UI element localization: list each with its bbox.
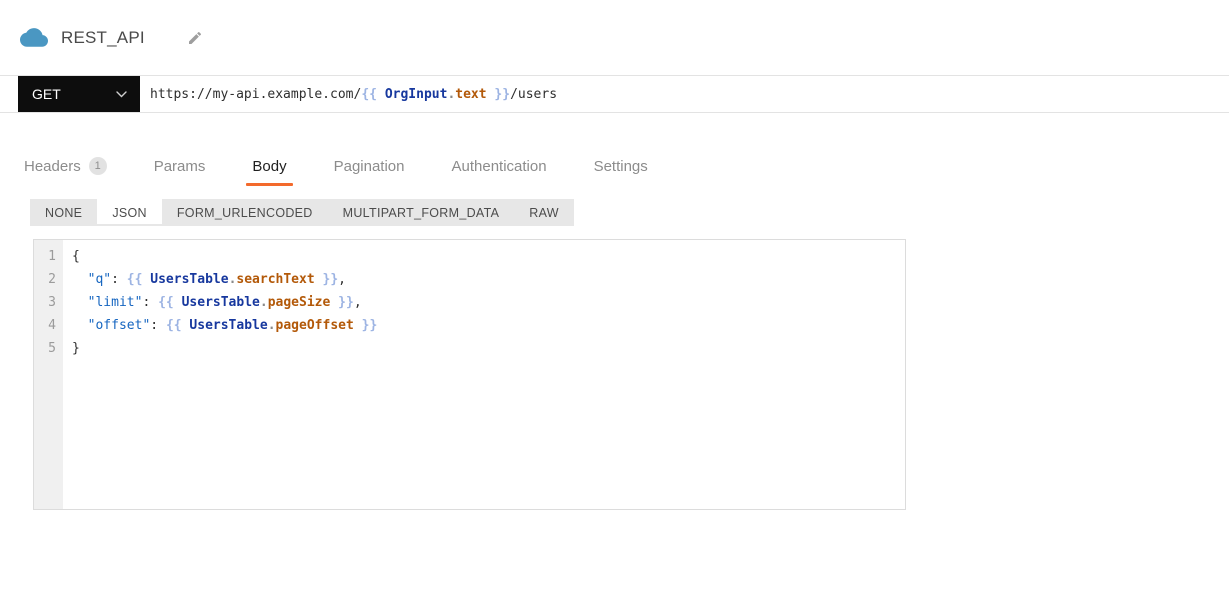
code-token-brace: }} bbox=[353, 318, 378, 333]
tab-settings[interactable]: Settings bbox=[591, 153, 651, 186]
code-line[interactable]: { bbox=[72, 245, 905, 268]
tab-label: Params bbox=[153, 157, 206, 175]
code-token-plain: : bbox=[142, 295, 159, 310]
edit-name-button[interactable] bbox=[185, 28, 205, 48]
code-token-brace: }} bbox=[330, 295, 354, 310]
code-token-plain: https://my-api.example.com/ bbox=[150, 86, 362, 102]
body-type-none[interactable]: NONE bbox=[30, 199, 97, 226]
body-type-json[interactable]: JSON bbox=[97, 199, 162, 226]
code-token-prop: searchText bbox=[236, 272, 315, 287]
code-line[interactable]: "limit": {{ UsersTable.pageSize }}, bbox=[72, 291, 905, 314]
line-number-gutter: 1 2 3 4 5 bbox=[34, 240, 63, 509]
code-token-brace: }} bbox=[314, 272, 339, 287]
body-editor[interactable]: 12345 { "q": {{ UsersTable.searchText }}… bbox=[33, 239, 906, 510]
code-token-dot: . bbox=[259, 295, 268, 310]
line-number: 2 bbox=[48, 272, 56, 287]
code-token-entity: UsersTable bbox=[150, 272, 229, 287]
code-token-plain: : bbox=[150, 318, 166, 333]
code-token-plain: : bbox=[111, 272, 127, 287]
headers-count-badge: 1 bbox=[88, 157, 107, 175]
code-token-brace: {{ bbox=[158, 295, 182, 310]
body-type-form_urlencoded[interactable]: FORM_URLENCODED bbox=[162, 199, 328, 226]
code-token-key: "offset" bbox=[87, 318, 151, 333]
tab-params[interactable]: Params bbox=[151, 153, 209, 186]
code-line[interactable]: "offset": {{ UsersTable.pageOffset }} bbox=[72, 314, 905, 337]
api-header: REST_API bbox=[0, 0, 1229, 75]
code-token-brace: {{ bbox=[361, 86, 385, 102]
line-number: 3 bbox=[48, 295, 56, 310]
tab-label: Headers bbox=[24, 157, 81, 175]
tab-body[interactable]: Body bbox=[246, 153, 293, 186]
code-line[interactable]: "q": {{ UsersTable.searchText }}, bbox=[72, 268, 905, 291]
line-number: 5 bbox=[48, 341, 56, 356]
line-number: 1 bbox=[48, 249, 56, 264]
code-area[interactable]: { "q": {{ UsersTable.searchText }}, "lim… bbox=[63, 240, 905, 509]
code-token-plain: } bbox=[72, 341, 80, 356]
code-token-key: "q" bbox=[87, 272, 112, 287]
tab-pagination[interactable]: Pagination bbox=[331, 153, 408, 186]
code-token-brace: {{ bbox=[165, 318, 190, 333]
http-method-label: GET bbox=[32, 86, 61, 102]
code-line[interactable]: } bbox=[72, 337, 905, 360]
tab-authentication[interactable]: Authentication bbox=[449, 153, 550, 186]
chevron-down-icon bbox=[116, 90, 127, 98]
code-token-entity: OrgInput bbox=[384, 86, 448, 102]
request-config-tabs: Headers 1 Params Body Pagination Authent… bbox=[0, 153, 1229, 186]
http-method-dropdown[interactable]: GET bbox=[18, 76, 140, 112]
code-token-plain: { bbox=[72, 249, 80, 264]
code-token-prop: pageSize bbox=[267, 295, 331, 310]
code-token-key: "limit" bbox=[87, 295, 143, 310]
code-token-entity: UsersTable bbox=[189, 318, 268, 333]
code-token-dot: . bbox=[267, 318, 276, 333]
line-number: 4 bbox=[48, 318, 56, 333]
body-type-multipart_form_data[interactable]: MULTIPART_FORM_DATA bbox=[328, 199, 515, 226]
tab-headers[interactable]: Headers 1 bbox=[21, 153, 110, 186]
pencil-icon bbox=[187, 30, 203, 46]
tab-label: Settings bbox=[593, 157, 648, 175]
url-input[interactable]: https://my-api.example.com/{{ OrgInput. t… bbox=[140, 76, 1229, 112]
request-bar: GET https://my-api.example.com/{{ OrgInp… bbox=[0, 75, 1229, 113]
tab-label: Authentication bbox=[451, 157, 547, 175]
cloud-icon bbox=[20, 27, 48, 48]
code-token-dot: . bbox=[447, 86, 456, 102]
body-type-raw[interactable]: RAW bbox=[514, 199, 574, 226]
code-token-brace: {{ bbox=[126, 272, 151, 287]
code-token-plain: , bbox=[353, 295, 362, 310]
body-type-tabs: NONE JSON FORM_URLENCODED MULTIPART_FORM_DA… bbox=[30, 199, 574, 226]
code-token-brace: }} bbox=[486, 86, 511, 102]
code-token-plain: , bbox=[338, 272, 346, 287]
tab-label: Pagination bbox=[333, 157, 405, 175]
code-token-plain: /users bbox=[510, 86, 558, 102]
code-token-prop: text bbox=[455, 86, 487, 102]
code-token-entity: UsersTable bbox=[181, 295, 260, 310]
tab-label: Body bbox=[252, 157, 287, 175]
page-title: REST_API bbox=[61, 27, 145, 47]
code-token-prop: pageOffset bbox=[275, 318, 354, 333]
